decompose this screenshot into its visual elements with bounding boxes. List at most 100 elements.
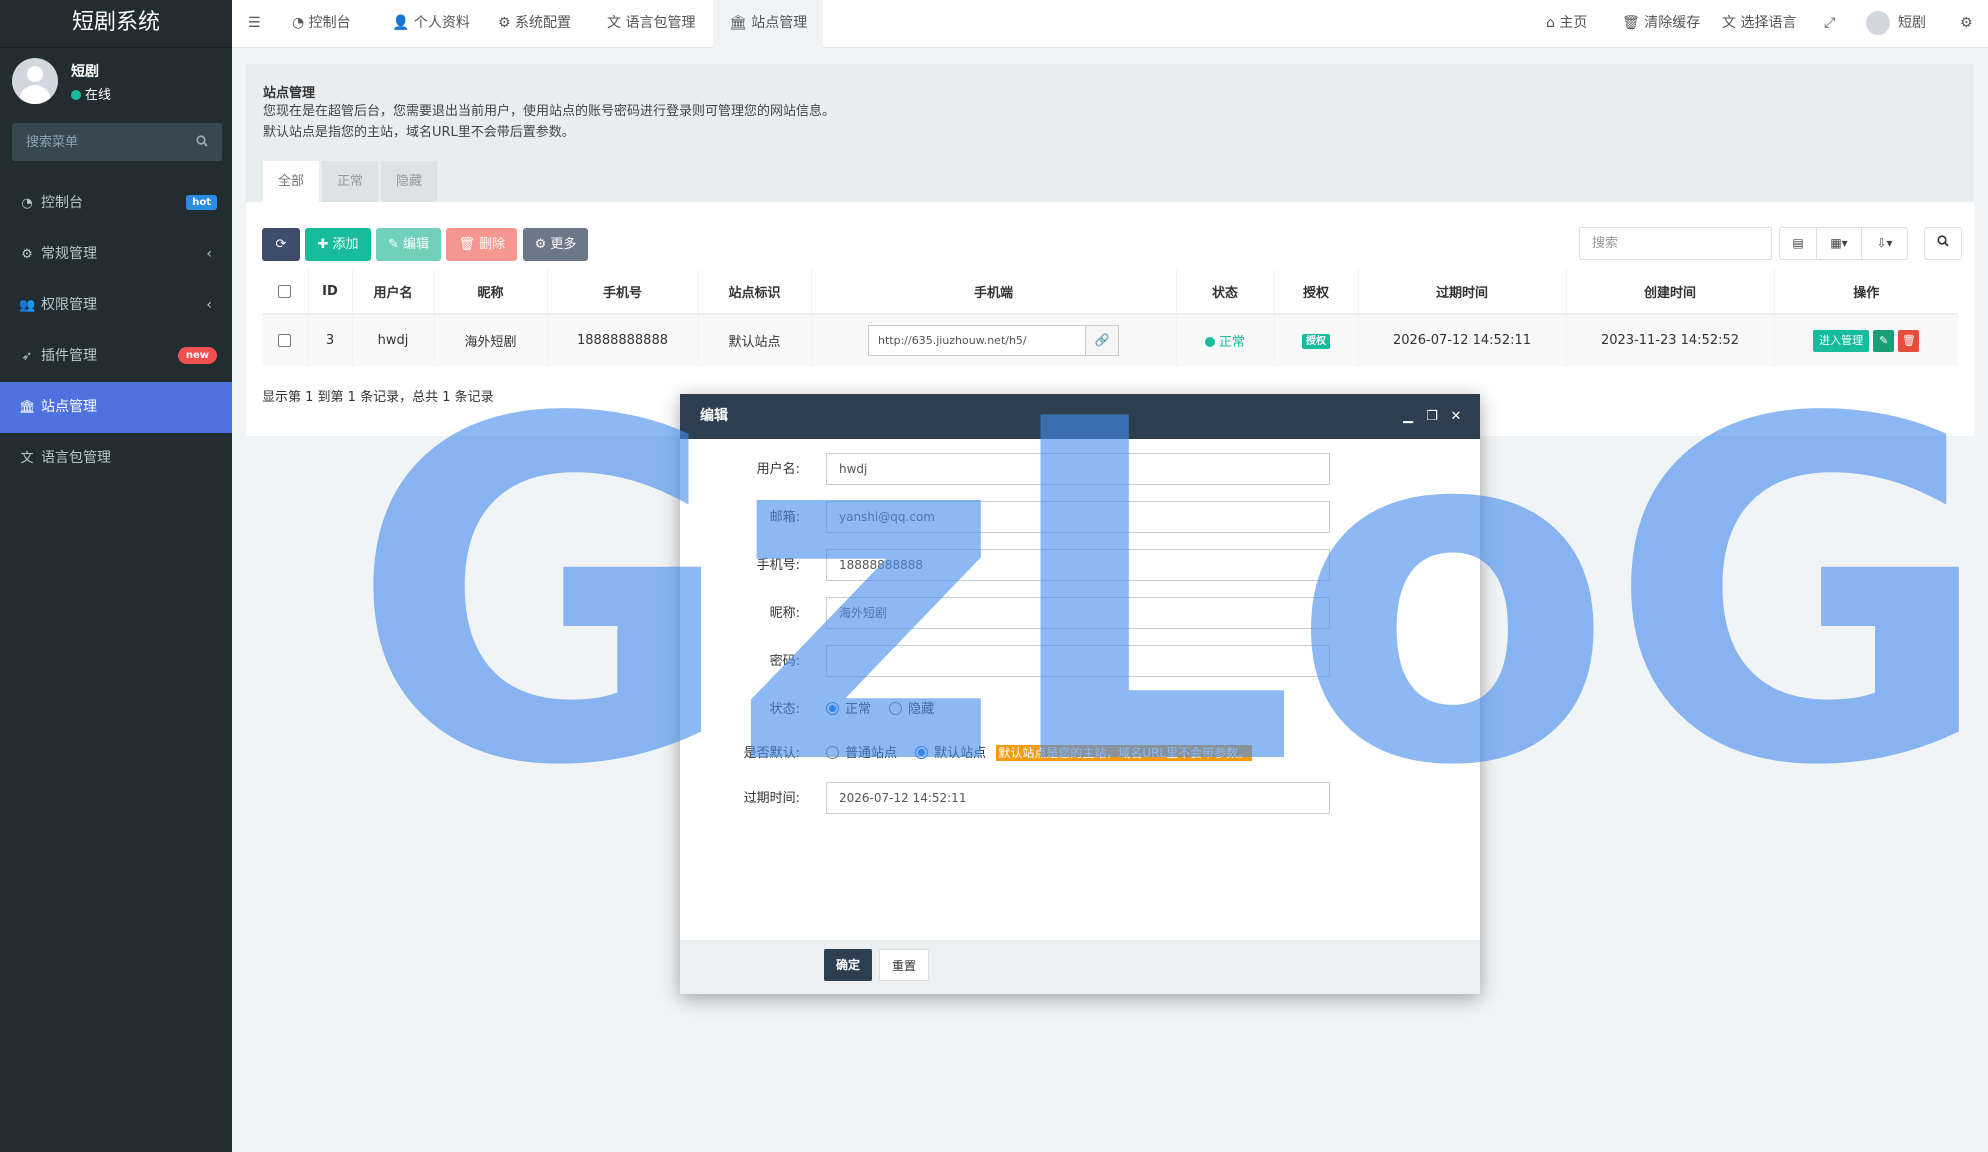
email-field[interactable]: yanshi@qq.com bbox=[826, 501, 1330, 533]
phone-label: 手机号: bbox=[756, 558, 800, 573]
edit-button[interactable]: ✎ 编辑 bbox=[375, 228, 441, 261]
search-icon[interactable] bbox=[1924, 227, 1962, 260]
table-row: 3 hwdj 海外短剧 18888888888 默认站点 http://635.… bbox=[262, 314, 1958, 366]
more-button[interactable]: ⚙ 更多 bbox=[522, 228, 589, 261]
status-normal-radio[interactable]: 正常 bbox=[826, 702, 871, 717]
col-phone[interactable]: 手机号 bbox=[547, 269, 699, 315]
cell-id: 3 bbox=[308, 314, 353, 366]
table-search-input[interactable]: 搜索 bbox=[1579, 227, 1772, 260]
export-icon[interactable]: ⇩▾ bbox=[1862, 228, 1907, 259]
edit-modal: 编辑 ▁ ❐ ✕ 用户名: hwdj 邮箱: yanshi@qq.com 手机号: … bbox=[680, 394, 1480, 994]
pencil-icon: ✎ bbox=[1879, 333, 1889, 347]
sidebar: 短剧系统 短剧 在线 ◔ 控制台 hot ⚙ 常规管理 ‹ 👥 权限管理 ‹ ➶ 插件管… bbox=[0, 0, 232, 1152]
row-checkbox[interactable] bbox=[278, 334, 292, 347]
cell-created: 2023-11-23 14:52:52 bbox=[1566, 314, 1775, 366]
radio-checked-icon bbox=[915, 746, 929, 759]
col-username[interactable]: 用户名 bbox=[352, 269, 435, 315]
col-nickname[interactable]: 昵称 bbox=[434, 269, 548, 315]
status-normal-label: 正常 bbox=[845, 702, 872, 717]
clear-cache-button[interactable]: 🗑 清除缓存 bbox=[1622, 0, 1700, 48]
refresh-icon: ⟳ bbox=[275, 237, 287, 252]
card-view-icon[interactable]: ▤ bbox=[1780, 228, 1817, 259]
status-hidden-radio[interactable]: 隐藏 bbox=[889, 702, 934, 717]
tab-normal[interactable]: 正常 bbox=[322, 161, 379, 203]
search-icon[interactable] bbox=[196, 135, 208, 151]
reset-button[interactable]: 重置 bbox=[879, 949, 930, 981]
trash-icon: 🗑 bbox=[1901, 333, 1916, 347]
close-icon[interactable]: ✕ bbox=[1444, 394, 1468, 439]
pencil-icon: ✎ bbox=[387, 237, 403, 252]
delete-button[interactable]: 🗑 删除 bbox=[446, 228, 518, 261]
cell-mobile: http://635.jiuzhouw.net/h5/ 🔗 bbox=[811, 314, 1177, 366]
username-field[interactable]: hwdj bbox=[826, 453, 1330, 485]
bank-icon: 🏛 bbox=[729, 15, 752, 31]
status-label: 状态: bbox=[769, 702, 800, 717]
sidebar-item-general[interactable]: ⚙ 常规管理 ‹ bbox=[0, 229, 232, 280]
maximize-icon[interactable]: ❐ bbox=[1420, 394, 1444, 439]
col-id[interactable]: ID bbox=[308, 269, 353, 315]
main-content: 站点管理 您现在是在超管后台，您需要退出当前用户，使用站点的账号密码进行登录则可… bbox=[246, 64, 1974, 436]
link-icon[interactable]: 🔗 bbox=[1085, 326, 1118, 355]
row-select-cell bbox=[262, 314, 309, 366]
page-desc-1: 您现在是在超管后台，您需要退出当前用户，使用站点的账号密码进行登录则可管理您的网… bbox=[263, 104, 836, 119]
add-button[interactable]: ✚ 添加 bbox=[305, 228, 371, 261]
cell-username: hwdj bbox=[352, 314, 435, 366]
sidebar-item-sites[interactable]: 🏛 站点管理 bbox=[0, 382, 232, 433]
page-title: 站点管理 bbox=[263, 86, 316, 101]
cogs-icon: ⚙ bbox=[21, 247, 33, 262]
select-all-checkbox[interactable] bbox=[278, 284, 292, 298]
auth-badge[interactable]: 授权 bbox=[1302, 333, 1330, 349]
fullscreen-icon[interactable]: ⤢ bbox=[1824, 0, 1835, 48]
user-name: 短剧 bbox=[1898, 15, 1926, 31]
minimize-icon[interactable]: ▁ bbox=[1396, 394, 1420, 439]
tab-sites[interactable]: 🏛 站点管理 bbox=[713, 0, 824, 48]
user-panel: 短剧 在线 bbox=[0, 48, 232, 122]
chevron-left-icon: ‹ bbox=[206, 246, 212, 262]
trash-icon: 🗑 bbox=[458, 237, 480, 252]
col-created[interactable]: 创建时间 bbox=[1566, 269, 1775, 315]
sidebar-item-label: 插件管理 bbox=[41, 348, 97, 364]
sidebar-item-language[interactable]: 文语言包管理 bbox=[0, 433, 232, 484]
row-delete-button[interactable]: 🗑 bbox=[1898, 329, 1920, 352]
default-radio-group: 普通站点 默认站点 默认站点是您的主站，域名URL里不会带参数。 bbox=[826, 737, 1253, 770]
phone-field[interactable]: 18888888888 bbox=[826, 549, 1330, 581]
sidebar-item-dashboard[interactable]: ◔ 控制台 hot bbox=[0, 178, 232, 229]
tab-dashboard[interactable]: ◔ 控制台 bbox=[292, 0, 351, 48]
mobile-url-input[interactable]: http://635.jiuzhouw.net/h5/ bbox=[869, 326, 1085, 355]
settings-gear-icon[interactable]: ⚙ bbox=[1960, 0, 1973, 48]
sidebar-nav: ◔ 控制台 hot ⚙ 常规管理 ‹ 👥 权限管理 ‹ ➶ 插件管理 new 🏛 站点管理… bbox=[0, 178, 232, 484]
user-menu[interactable]: 短剧 bbox=[1866, 0, 1926, 48]
col-status[interactable]: 状态 bbox=[1176, 269, 1275, 315]
sidebar-item-auth[interactable]: 👥 权限管理 ‹ bbox=[0, 280, 232, 331]
confirm-button[interactable]: 确定 bbox=[824, 949, 873, 981]
col-auth[interactable]: 授权 bbox=[1274, 269, 1359, 315]
password-field[interactable] bbox=[826, 645, 1330, 677]
tab-profile[interactable]: 👤 个人资料 bbox=[392, 0, 470, 48]
sidebar-item-plugins[interactable]: ➶ 插件管理 new bbox=[0, 331, 232, 382]
default-normal-radio[interactable]: 普通站点 bbox=[826, 746, 897, 761]
col-mobile[interactable]: 手机端 bbox=[811, 269, 1177, 315]
tab-config[interactable]: ⚙ 系统配置 bbox=[498, 0, 571, 48]
enter-manage-button[interactable]: 进入管理 bbox=[1813, 329, 1870, 352]
col-site-tag[interactable]: 站点标识 bbox=[698, 269, 812, 315]
col-expire[interactable]: 过期时间 bbox=[1358, 269, 1567, 315]
home-link[interactable]: ⌂ 主页 bbox=[1546, 0, 1587, 48]
trash-icon: 🗑 bbox=[1622, 15, 1645, 31]
nickname-field[interactable]: 海外短剧 bbox=[826, 597, 1330, 629]
app-title[interactable]: 短剧系统 bbox=[0, 0, 232, 48]
language-select[interactable]: 文 选择语言 bbox=[1722, 0, 1796, 48]
row-edit-button[interactable]: ✎ bbox=[1873, 329, 1895, 352]
tab-hidden[interactable]: 隐藏 bbox=[381, 161, 438, 203]
cell-auth: 授权 bbox=[1274, 314, 1359, 366]
tab-language[interactable]: 文 语言包管理 bbox=[607, 0, 695, 48]
plus-icon: ✚ bbox=[317, 237, 333, 252]
form-row-username: 用户名: hwdj bbox=[680, 453, 1480, 486]
columns-toggle-icon[interactable]: ▦▾ bbox=[1817, 228, 1862, 259]
tab-all[interactable]: 全部 bbox=[263, 161, 320, 203]
avatar bbox=[1866, 11, 1890, 35]
menu-search-input[interactable] bbox=[12, 123, 182, 161]
expire-field[interactable]: 2026-07-12 14:52:11 bbox=[826, 782, 1330, 814]
default-default-radio[interactable]: 默认站点 bbox=[915, 746, 986, 761]
refresh-button[interactable]: ⟳ bbox=[262, 228, 300, 261]
menu-toggle-icon[interactable]: ☰ bbox=[248, 0, 261, 48]
